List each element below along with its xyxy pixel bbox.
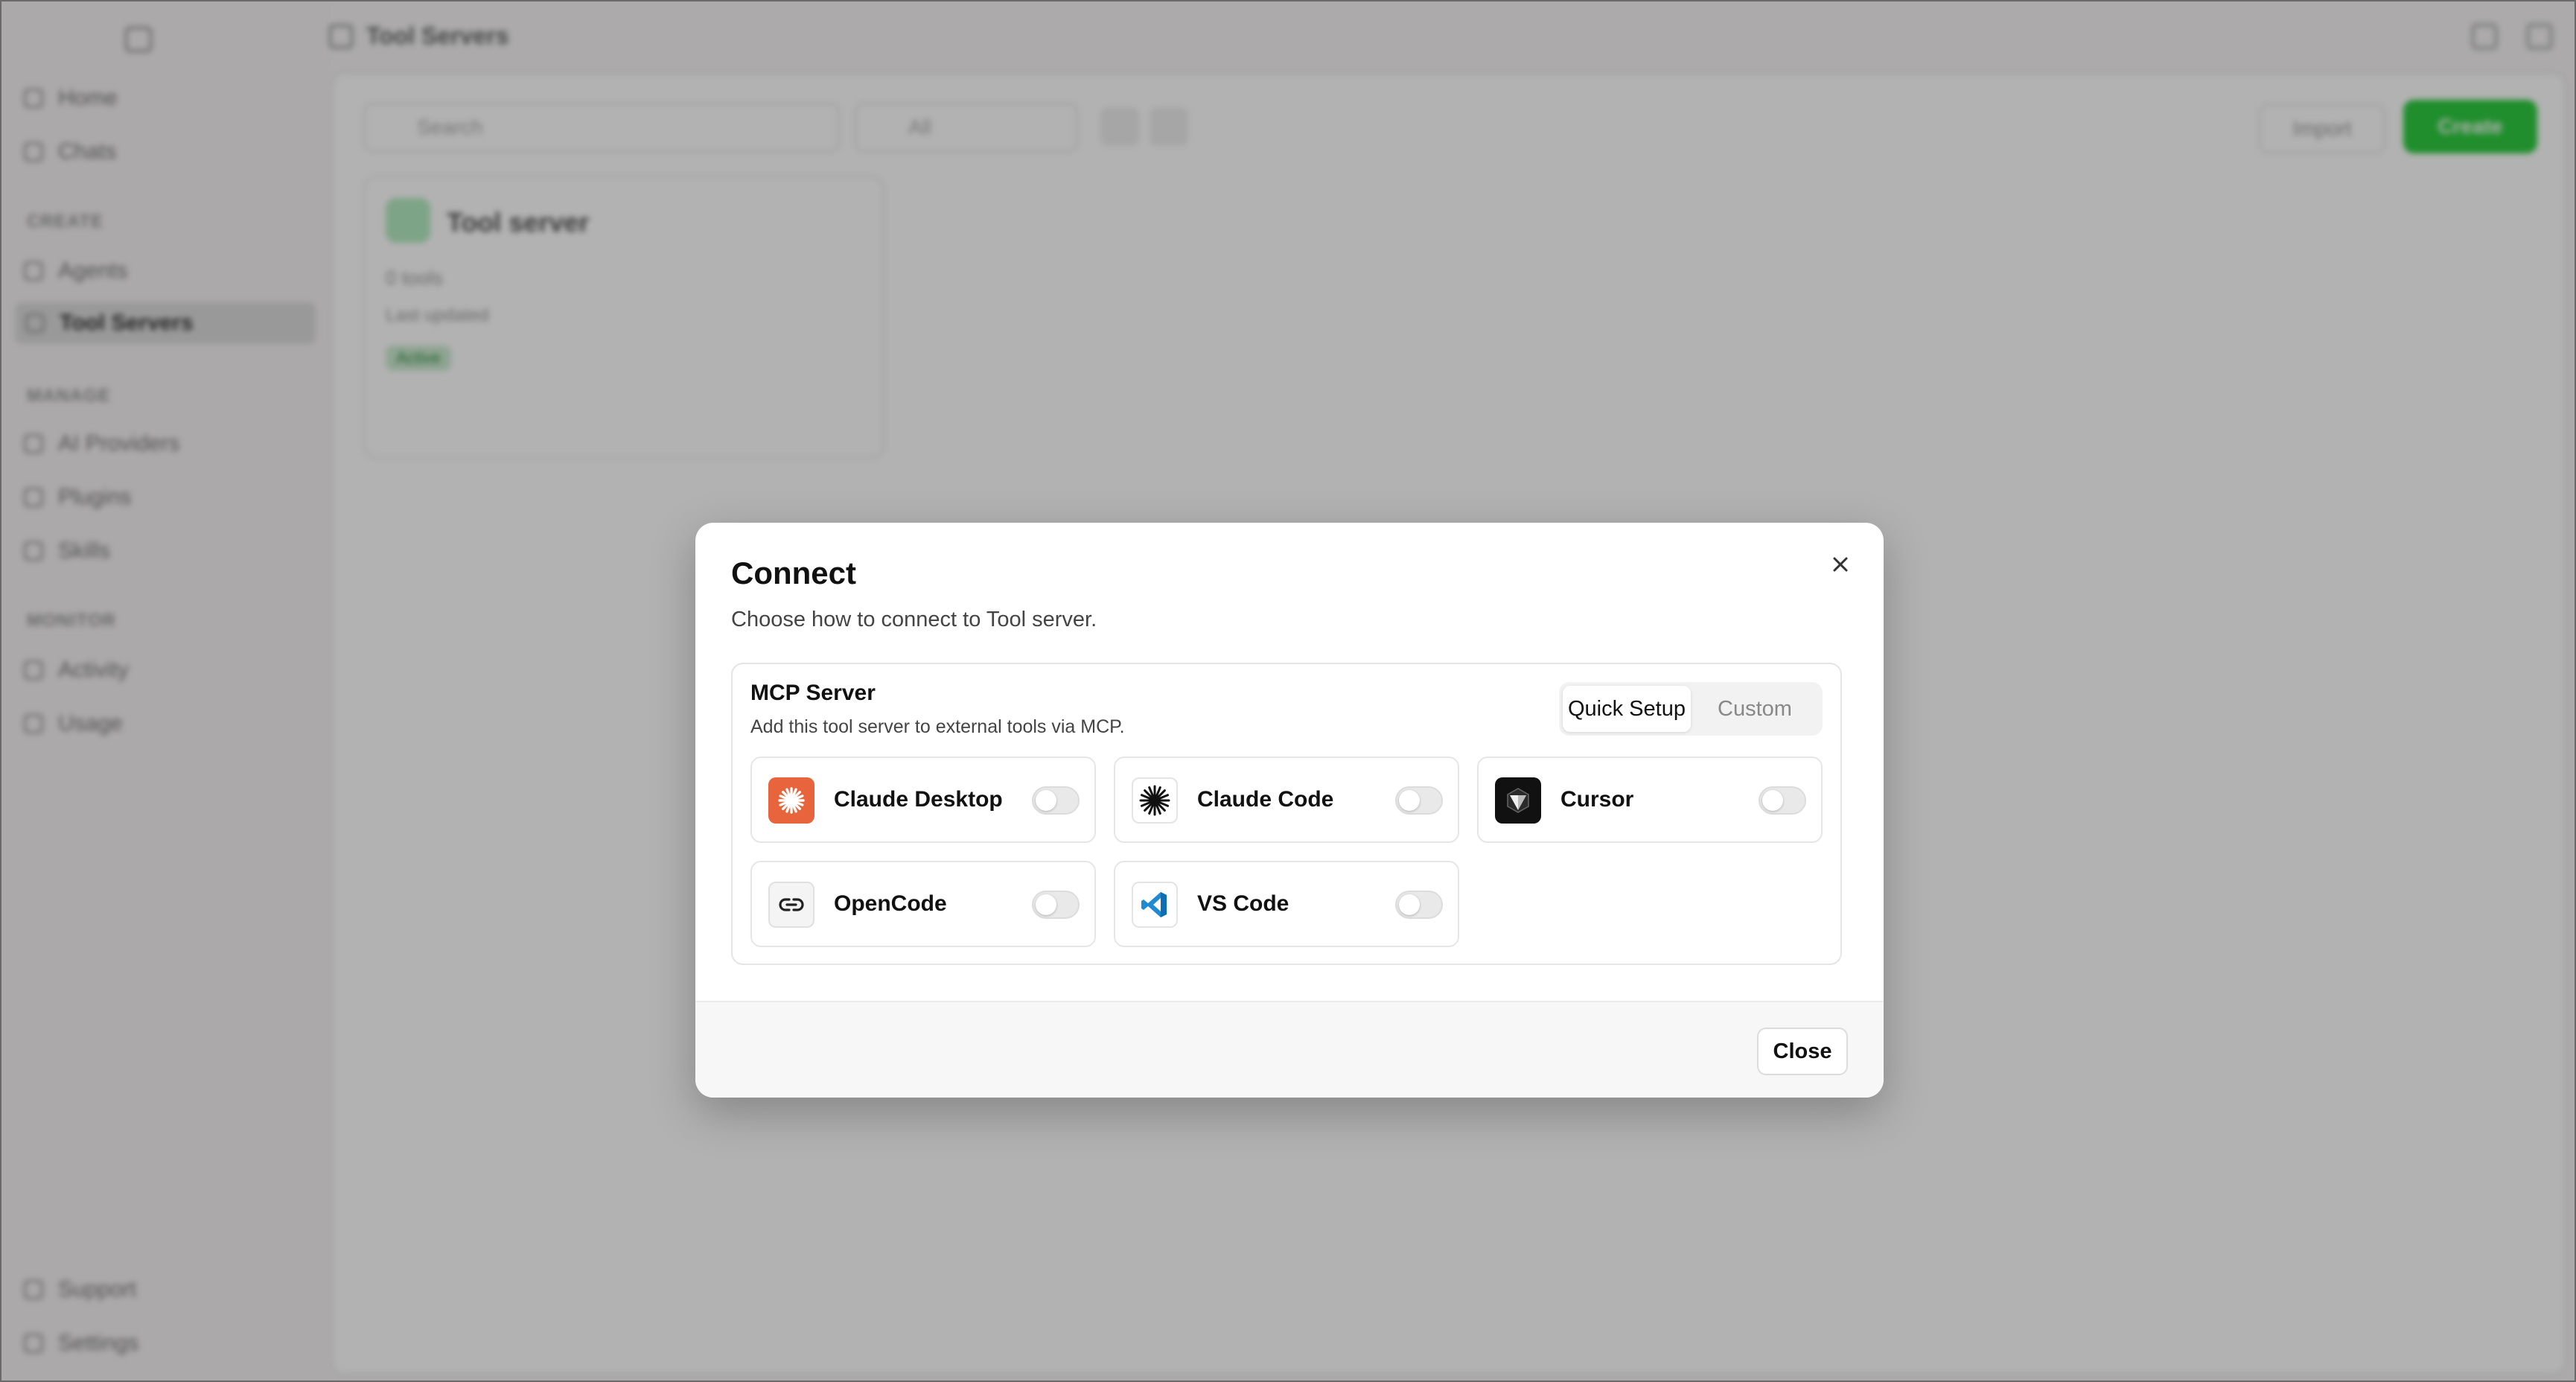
dialog-title: Connect — [731, 555, 856, 590]
toggle-knob — [1762, 790, 1783, 811]
toggle-knob — [1399, 790, 1420, 811]
claude-desktop-icon — [768, 777, 814, 824]
tab-quick-setup[interactable]: Quick Setup — [1563, 686, 1691, 732]
client-card-claude-code[interactable]: Claude Code — [1114, 757, 1459, 843]
close-icon[interactable] — [1824, 548, 1857, 581]
connect-dialog: Connect Choose how to connect to Tool se… — [695, 523, 1884, 1098]
close-button[interactable]: Close — [1757, 1028, 1848, 1075]
mcp-server-panel: MCP Server Add this tool server to exter… — [731, 663, 1842, 965]
opencode-toggle[interactable] — [1032, 891, 1080, 919]
toggle-knob — [1036, 894, 1056, 915]
setup-mode-tabs: Quick Setup Custom — [1559, 682, 1823, 736]
client-label: OpenCode — [834, 891, 947, 916]
dialog-subtitle: Choose how to connect to Tool server. — [731, 608, 1097, 631]
vscode-toggle[interactable] — [1395, 891, 1443, 919]
cursor-toggle[interactable] — [1759, 786, 1806, 815]
mcp-server-title: MCP Server — [750, 681, 876, 705]
claude-desktop-toggle[interactable] — [1032, 786, 1080, 815]
tab-custom[interactable]: Custom — [1691, 686, 1819, 732]
client-card-claude-desktop[interactable]: Claude Desktop — [750, 757, 1096, 843]
app-window: Home Chats CREATE Agents Tool Servers MA… — [0, 0, 2576, 1382]
vscode-icon — [1132, 882, 1178, 928]
client-label: Cursor — [1560, 787, 1634, 812]
opencode-icon — [768, 882, 814, 928]
cursor-icon — [1495, 777, 1541, 824]
claude-code-toggle[interactable] — [1395, 786, 1443, 815]
claude-code-icon — [1132, 777, 1178, 824]
client-label: VS Code — [1197, 891, 1289, 916]
client-label: Claude Desktop — [834, 787, 1003, 812]
toggle-knob — [1399, 894, 1420, 915]
toggle-knob — [1036, 790, 1056, 811]
client-card-opencode[interactable]: OpenCode — [750, 861, 1096, 947]
mcp-server-description: Add this tool server to external tools v… — [750, 716, 1125, 737]
client-card-cursor[interactable]: Cursor — [1477, 757, 1823, 843]
client-card-vscode[interactable]: VS Code — [1114, 861, 1459, 947]
dialog-footer: Close — [695, 1001, 1884, 1098]
client-label: Claude Code — [1197, 787, 1334, 812]
